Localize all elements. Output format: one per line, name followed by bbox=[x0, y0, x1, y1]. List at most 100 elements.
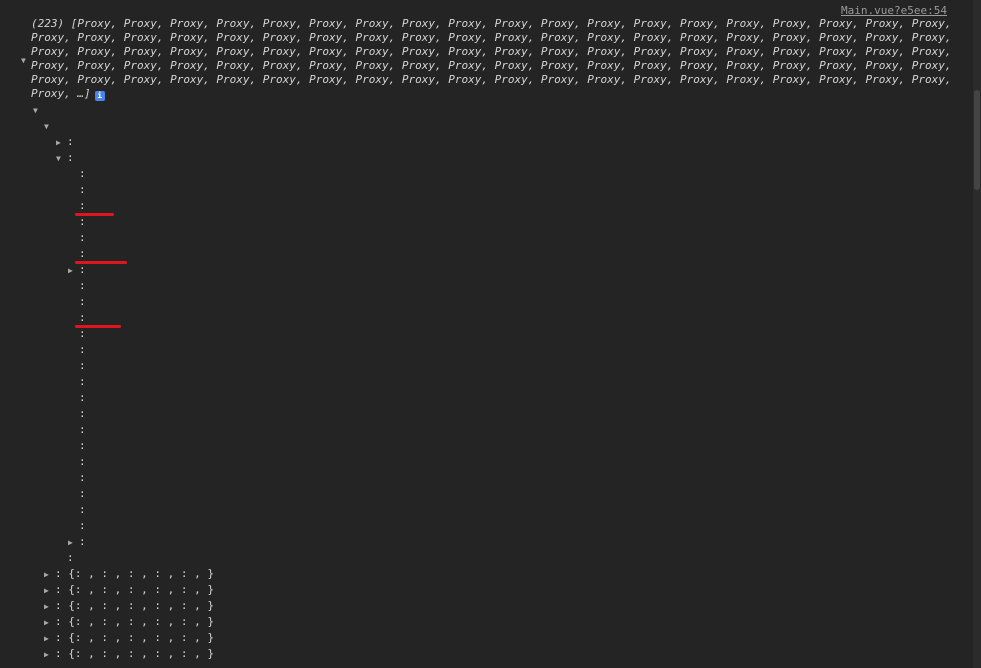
array-preview[interactable]: (223) [Proxy, Proxy, Proxy, Proxy, Proxy… bbox=[31, 17, 952, 101]
prototype-node[interactable]: ▶: bbox=[68, 534, 86, 550]
expand-arrow-icon[interactable]: ▶ bbox=[44, 599, 55, 615]
brace: { bbox=[68, 583, 75, 596]
comma: , bbox=[88, 647, 102, 660]
prop-country[interactable]: : bbox=[79, 246, 86, 262]
prop-recoveredPerOneMillion[interactable]: : bbox=[79, 422, 86, 438]
colon: : bbox=[74, 615, 89, 628]
array-preview-line: Proxy, Proxy, Proxy, Proxy, Proxy, Proxy… bbox=[31, 59, 952, 72]
item-0[interactable]: ▼ bbox=[44, 118, 55, 134]
colon: : bbox=[101, 567, 115, 580]
colon: : bbox=[180, 615, 195, 628]
expand-arrow-icon[interactable]: ▶ bbox=[68, 263, 79, 279]
prop-oneDeathPerPeople[interactable]: : bbox=[79, 358, 86, 374]
list-item[interactable]: ▶: {: , : , : , : , : , } bbox=[44, 614, 214, 630]
colon: : bbox=[79, 311, 86, 324]
target-node[interactable]: ▼: bbox=[56, 150, 74, 166]
colon: : bbox=[79, 519, 86, 532]
array-preview-line: Proxy, Proxy, Proxy, Proxy, Proxy, Proxy… bbox=[31, 73, 952, 86]
prop-todayDeaths[interactable]: : bbox=[79, 486, 86, 502]
colon: : bbox=[127, 583, 142, 596]
brace: } bbox=[207, 583, 214, 596]
colon: : bbox=[55, 583, 69, 596]
expand-arrow-icon[interactable]: ▶ bbox=[68, 535, 79, 551]
brace: { bbox=[68, 599, 75, 612]
prop-casesPerOneMillion[interactable]: : bbox=[79, 214, 86, 230]
colon: : bbox=[79, 471, 86, 484]
collapse-arrow-icon[interactable]: ▼ bbox=[33, 103, 44, 119]
colon: : bbox=[127, 631, 142, 644]
expand-arrow-icon[interactable]: ▶ bbox=[44, 631, 55, 647]
colon: : bbox=[55, 599, 69, 612]
scrollbar[interactable] bbox=[973, 0, 981, 668]
prop-deaths[interactable]: : bbox=[79, 310, 86, 326]
handler-node[interactable]: ▶: bbox=[56, 134, 74, 150]
prop-testsPerOneMillion[interactable]: : bbox=[79, 454, 86, 470]
colon: : bbox=[79, 343, 86, 356]
range-group[interactable]: ▼ bbox=[33, 102, 44, 118]
colon: : bbox=[67, 551, 74, 564]
comma: , bbox=[167, 567, 181, 580]
prop-population[interactable]: : bbox=[79, 390, 86, 406]
collapse-arrow-icon[interactable]: ▼ bbox=[56, 151, 67, 167]
prop-continent[interactable]: : bbox=[79, 230, 86, 246]
colon: : bbox=[79, 295, 86, 308]
comma: , bbox=[194, 567, 208, 580]
brace: { bbox=[68, 615, 75, 628]
prop-cases[interactable]: : bbox=[79, 198, 86, 214]
comma: , bbox=[88, 583, 102, 596]
comma: , bbox=[114, 647, 128, 660]
list-item[interactable]: ▶: {: , : , : , : , : , } bbox=[44, 646, 214, 662]
colon: : bbox=[79, 247, 86, 260]
list-item[interactable]: ▶: {: , : , : , : , : , } bbox=[44, 582, 214, 598]
prop-todayRecovered[interactable]: : bbox=[79, 502, 86, 518]
collapse-arrow-icon[interactable]: ▼ bbox=[44, 119, 55, 135]
expand-arrow-icon[interactable]: ▶ bbox=[56, 135, 67, 151]
colon: : bbox=[180, 647, 195, 660]
prop-criticalPerOneMillion[interactable]: : bbox=[79, 294, 86, 310]
prop-activePerOneMillion[interactable]: : bbox=[79, 182, 86, 198]
brace: { bbox=[68, 631, 75, 644]
prop-countryInfo[interactable]: ▶: bbox=[68, 262, 86, 278]
comma: , bbox=[114, 599, 128, 612]
comma: , bbox=[114, 631, 128, 644]
list-item[interactable]: ▶: {: , : , : , : , : , } bbox=[44, 630, 214, 646]
prop-recovered[interactable]: : bbox=[79, 406, 86, 422]
comma: , bbox=[114, 615, 128, 628]
prop-active[interactable]: : bbox=[79, 166, 86, 182]
colon: : bbox=[180, 599, 195, 612]
colon: : bbox=[79, 231, 86, 244]
prop-updated[interactable]: : bbox=[79, 518, 86, 534]
scrollbar-thumb[interactable] bbox=[974, 90, 980, 190]
colon: : bbox=[67, 135, 74, 148]
prop-oneCasePerPeople[interactable]: : bbox=[79, 342, 86, 358]
colon: : bbox=[79, 391, 86, 404]
expand-arrow-icon[interactable]: ▶ bbox=[44, 567, 55, 583]
list-item[interactable]: ▶: {: , : , : , : , : , } bbox=[44, 566, 214, 582]
revoked-node[interactable]: : bbox=[67, 550, 74, 566]
comma: , bbox=[194, 615, 208, 628]
array-preview-line: Proxy, Proxy, Proxy, Proxy, Proxy, Proxy… bbox=[31, 31, 952, 44]
prop-deathsPerOneMillion[interactable]: : bbox=[79, 326, 86, 342]
colon: : bbox=[74, 631, 89, 644]
expand-arrow-icon[interactable]: ▶ bbox=[44, 647, 55, 663]
colon: : bbox=[154, 631, 168, 644]
colon: : bbox=[79, 359, 86, 372]
comma: , bbox=[141, 615, 155, 628]
source-link[interactable]: Main.vue?e5ee:54 bbox=[841, 4, 947, 17]
comma: , bbox=[141, 647, 155, 660]
colon: : bbox=[55, 615, 69, 628]
comma: , bbox=[194, 631, 208, 644]
prop-tests[interactable]: : bbox=[79, 438, 86, 454]
list-item[interactable]: ▶: {: , : , : , : , : , } bbox=[44, 598, 214, 614]
prop-todayCases[interactable]: : bbox=[79, 470, 86, 486]
colon: : bbox=[79, 503, 86, 516]
expand-arrow-icon[interactable]: ▶ bbox=[44, 583, 55, 599]
comma: , bbox=[88, 631, 102, 644]
colon: : bbox=[79, 279, 86, 292]
info-icon[interactable]: i bbox=[94, 91, 105, 101]
brace: } bbox=[207, 615, 214, 628]
colon: : bbox=[79, 407, 86, 420]
prop-oneTestPerPeople[interactable]: : bbox=[79, 374, 86, 390]
expand-arrow-icon[interactable]: ▶ bbox=[44, 615, 55, 631]
prop-critical[interactable]: : bbox=[79, 278, 86, 294]
